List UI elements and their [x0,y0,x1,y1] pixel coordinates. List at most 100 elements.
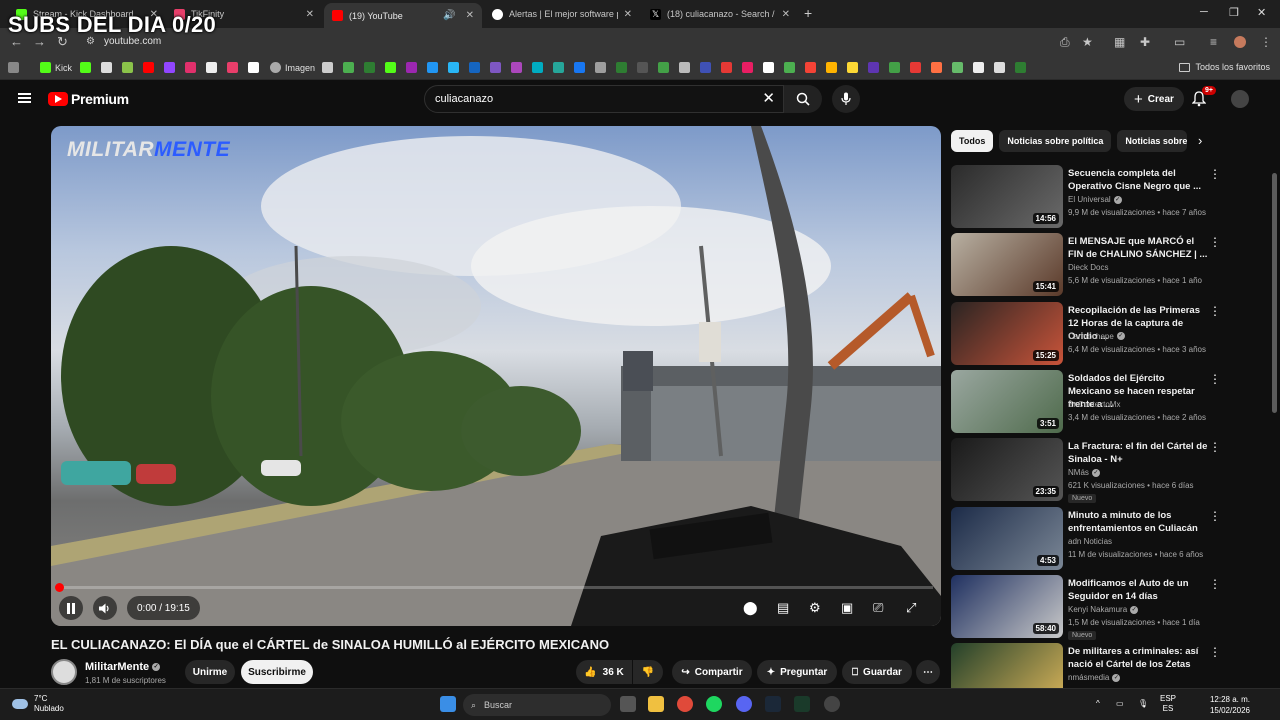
tab-alertas[interactable]: Alertas | El mejor software para ✕ [484,3,640,25]
bookmarks-folder[interactable]: Todos los favoritos [1179,62,1270,72]
join-button[interactable]: Unirme [185,660,235,684]
recommendation-channel[interactable]: EnContextoMx [1068,400,1120,409]
recommendation-title[interactable]: Secuencia completa del Operativo Cisne N… [1068,167,1208,193]
video-thumbnail[interactable]: 15:25 [951,301,1063,365]
install-icon[interactable]: ⎙ [1060,35,1070,50]
create-button[interactable]: + Crear [1124,87,1184,111]
menu-hamburger-icon[interactable] [18,93,31,103]
language-indicator[interactable]: ESP ES [1160,694,1176,714]
bookmark-icon[interactable] [101,61,112,74]
recommendation-title[interactable]: Minuto a minuto de los enfrentamientos e… [1068,509,1208,535]
more-options-icon[interactable]: ⋮ [1209,577,1221,591]
tab-x-search[interactable]: 𝕏 (18) culiacanazo - Search / X ✕ [642,3,798,25]
bookmark-icon[interactable] [164,61,175,74]
search-button[interactable] [784,85,822,113]
tab-youtube[interactable]: (19) YouTube 🔊 ✕ [324,3,482,28]
recommendation-channel[interactable]: Dieck Docs [1068,263,1108,272]
bookmark-icon[interactable] [532,61,543,74]
bookmark-icon[interactable] [206,61,217,74]
share-button[interactable]: ↪ Compartir [672,660,752,684]
bookmark-icon[interactable] [248,61,259,74]
bookmark-icon[interactable] [658,61,669,74]
more-options-icon[interactable]: ⋮ [1209,440,1221,454]
bookmark-icon[interactable] [721,61,732,74]
bookmark-icon[interactable] [322,61,333,74]
taskbar-search[interactable]: ⌕ Buscar [463,694,611,716]
bookmark-icon[interactable] [343,61,354,74]
bookmark-icon[interactable] [427,61,438,74]
close-icon[interactable]: ✕ [624,9,632,20]
bookmark-icon[interactable] [784,61,795,74]
bookmark-icon[interactable] [448,61,459,74]
menu-icon[interactable]: ⋮ [1260,35,1272,49]
windows-start-icon[interactable] [440,696,456,712]
chip-todos[interactable]: Todos [951,130,994,152]
weather-widget[interactable]: 7°C Nublado [12,694,64,714]
chevron-right-icon[interactable]: › [1198,133,1202,148]
maximize-icon[interactable]: ❐ [1229,6,1239,19]
video-thumbnail[interactable]: 3:51 [951,369,1063,433]
system-clock[interactable]: 12:28 a. m. 15/02/2026 [1210,694,1250,716]
speaker-icon[interactable]: 🔊 [443,10,455,21]
recommendation-item[interactable]: 14:56 Secuencia completa del Operativo Ci… [951,165,1221,229]
bookmark-icon[interactable] [185,61,196,74]
bookmark-icon[interactable] [910,61,921,74]
more-options-icon[interactable]: ⋮ [1209,372,1221,386]
tray-chevron-icon[interactable]: ^ [1096,699,1100,709]
bookmark-icon[interactable] [889,61,900,74]
recommendation-title[interactable]: Modificamos el Auto de un Seguidor en 14… [1068,577,1208,603]
volume-button[interactable] [93,596,117,620]
bookmark-icon[interactable] [994,61,1005,74]
video-thumbnail[interactable]: 15:41 [951,233,1063,297]
search-input[interactable]: culiacanazo ✕ [424,85,784,113]
bookmark-icon[interactable] [742,61,753,74]
page-scrollbar[interactable] [1272,173,1277,413]
recommendation-item[interactable]: 3:51 Soldados del Ejército Mexicano se ha… [951,369,1221,434]
new-tab-button[interactable]: + [804,5,812,21]
bookmark-icon[interactable] [385,61,396,74]
ask-button[interactable]: ✦ Preguntar [757,660,837,684]
more-options-icon[interactable]: ⋮ [1209,235,1221,249]
video-player[interactable]: MILITARMENTE 0:00 / 19:15 ⬤ ▤ ⚙ ▣ ⎚ ⤢ [51,126,941,626]
recommendation-item[interactable]: 58:40 Modificamos el Auto de un Seguidor … [951,574,1221,640]
recommendation-channel[interactable]: adn Noticias [1068,537,1112,546]
bookmark-star-icon[interactable]: ★ [1082,35,1093,49]
channel-avatar[interactable] [51,659,77,685]
dislike-button[interactable]: 👎 [633,660,663,684]
bookmark-icon[interactable] [227,61,238,74]
autoplay-toggle-icon[interactable]: ⬤ [743,600,758,616]
bookmark-icon[interactable] [847,61,858,74]
bookmark-icon[interactable] [931,61,942,74]
bookmark-icon[interactable] [616,61,627,74]
bookmark-icon[interactable] [511,61,522,74]
subtitles-icon[interactable]: ▤ [777,600,789,616]
bookmark-icon[interactable] [805,61,816,74]
bookmark-icon[interactable] [80,61,91,74]
chrome-icon[interactable] [677,696,693,712]
clear-search-icon[interactable]: ✕ [762,89,775,107]
bookmark-icon[interactable] [553,61,564,74]
recommendation-channel[interactable]: NMás ✓ [1068,468,1100,477]
obs-icon[interactable] [824,696,840,712]
chip-noticias[interactable]: Noticias sobre [1117,130,1188,152]
recommendation-title[interactable]: De militares a criminales: así nació el … [1068,645,1208,671]
recommendation-channel[interactable]: nmásmedia ✓ [1068,673,1121,682]
bookmark-icon[interactable] [868,61,879,74]
voice-search-button[interactable] [832,85,860,113]
tray-icon[interactable]: ▭ [1116,699,1124,709]
puzzle-icon[interactable]: ✚ [1140,35,1150,49]
bookmark-icon[interactable] [973,61,984,74]
bookmark-icon[interactable] [364,61,375,74]
video-thumbnail[interactable]: 23:35 [951,438,1063,502]
recommendation-channel[interactable]: Kenyi Nakamura ✓ [1068,605,1139,614]
bookmark-icon[interactable] [700,61,711,74]
recommendation-item[interactable]: 15:25 Recopilación de las Primeras 12 Hor… [951,301,1221,366]
bookmark-icon[interactable] [763,61,774,74]
bookmark-icon[interactable] [469,61,480,74]
bookmark-imagen[interactable]: Imagen [270,61,315,74]
fullscreen-icon[interactable]: ⤢ [906,600,916,616]
more-options-icon[interactable]: ⋮ [1209,167,1221,181]
bookmark-icon[interactable] [679,61,690,74]
video-thumbnail[interactable]: 14:56 [951,165,1063,228]
recommendation-channel[interactable]: El Universal ✓ [1068,195,1122,204]
